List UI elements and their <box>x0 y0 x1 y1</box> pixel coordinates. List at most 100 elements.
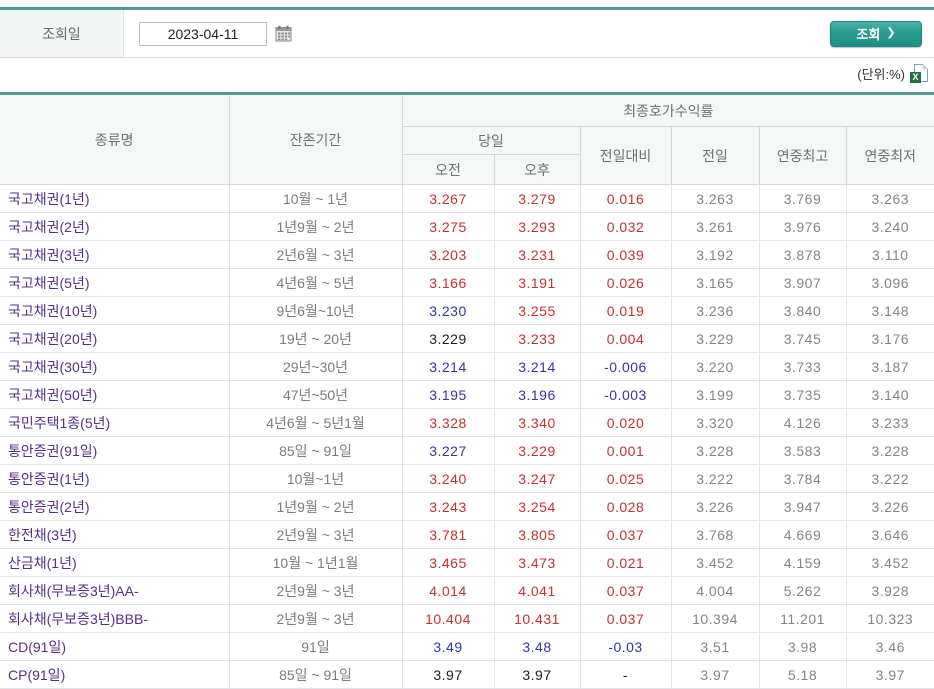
chevron-right-icon: ❯ <box>886 27 896 39</box>
bond-name-cell: 국민주택1종(5년) <box>0 408 230 437</box>
table-row: 산금채(1년) 10월 ~ 1년1월 3.465 3.473 0.021 3.452 4.1… <box>0 548 934 577</box>
year-low-cell: 3.228 <box>845 436 934 465</box>
am-yield-cell: 3.465 <box>401 548 495 577</box>
am-yield-cell: 3.229 <box>401 324 495 353</box>
prev-day-cell: 10.394 <box>670 604 760 633</box>
year-high-cell: 4.669 <box>758 520 847 549</box>
day-change-cell: 0.037 <box>579 604 672 633</box>
table-row: 회사채(무보증3년)AA- 2년9월 ~ 3년 4.014 4.041 0.037 4.0… <box>0 576 934 605</box>
day-change-cell: 0.019 <box>579 296 672 325</box>
am-yield-cell: 3.267 <box>401 184 495 213</box>
table-row: 통안증권(91일) 85일 ~ 91일 3.227 3.229 0.001 3.228 3.… <box>0 436 934 465</box>
table-row: 한전채(3년) 2년9월 ~ 3년 3.781 3.805 0.037 3.768 4.66… <box>0 520 934 549</box>
day-change-cell: 0.037 <box>579 576 672 605</box>
year-low-cell: 3.226 <box>845 492 934 521</box>
day-change-cell: 0.028 <box>579 492 672 521</box>
am-yield-cell: 4.014 <box>401 576 495 605</box>
bond-name-cell: CP(91일) <box>0 660 230 689</box>
header-period: 잔존기간 <box>228 93 403 185</box>
bond-name-cell: 산금채(1년) <box>0 548 230 577</box>
remaining-period-cell: 85일 ~ 91일 <box>228 436 403 465</box>
year-high-cell: 4.126 <box>758 408 847 437</box>
query-bar: 조회일 조회 ❯ <box>0 7 934 58</box>
year-low-cell: 10.323 <box>845 604 934 633</box>
year-low-cell: 3.240 <box>845 212 934 241</box>
remaining-period-cell: 1년9월 ~ 2년 <box>228 492 403 521</box>
header-pm: 오후 <box>493 154 580 185</box>
pm-yield-cell: 3.340 <box>493 408 581 437</box>
table-body: 국고채권(1년) 10월 ~ 1년 3.267 3.279 0.016 3.263 3.76… <box>0 184 934 689</box>
year-high-cell: 5.262 <box>758 576 847 605</box>
remaining-period-cell: 10월 ~ 1년1월 <box>228 548 403 577</box>
prev-day-cell: 3.226 <box>670 492 760 521</box>
date-input[interactable] <box>139 21 267 46</box>
prev-day-cell: 3.222 <box>670 464 760 493</box>
remaining-period-cell: 19년 ~ 20년 <box>228 324 403 353</box>
year-low-cell: 3.148 <box>845 296 934 325</box>
year-low-cell: 3.97 <box>845 660 934 689</box>
year-high-cell: 5.18 <box>758 660 847 689</box>
table-header: 종류명 잔존기간 최종호가수익률 당일 전일대비 전일 연중최고 연중최저 오전… <box>0 93 934 185</box>
remaining-period-cell: 91일 <box>228 632 403 661</box>
year-low-cell: 3.646 <box>845 520 934 549</box>
bond-name-cell: 국고채권(5년) <box>0 268 230 297</box>
pm-yield-cell: 3.279 <box>493 184 581 213</box>
day-change-cell: 0.037 <box>579 520 672 549</box>
prev-day-cell: 3.320 <box>670 408 760 437</box>
day-change-cell: 0.020 <box>579 408 672 437</box>
pm-yield-cell: 4.041 <box>493 576 581 605</box>
table-row: 국고채권(2년) 1년9월 ~ 2년 3.275 3.293 0.032 3.261 3.9… <box>0 212 934 241</box>
header-year-high: 연중최고 <box>758 126 847 185</box>
remaining-period-cell: 2년9월 ~ 3년 <box>228 576 403 605</box>
day-change-cell: -0.03 <box>579 632 672 661</box>
year-high-cell: 3.878 <box>758 240 847 269</box>
am-yield-cell: 3.240 <box>401 464 495 493</box>
remaining-period-cell: 4년6월 ~ 5년 <box>228 268 403 297</box>
table-row: 통안증권(2년) 1년9월 ~ 2년 3.243 3.254 0.028 3.226 3.9… <box>0 492 934 521</box>
year-low-cell: 3.46 <box>845 632 934 661</box>
day-change-cell: 0.032 <box>579 212 672 241</box>
day-change-cell: -0.003 <box>579 380 672 409</box>
year-high-cell: 3.784 <box>758 464 847 493</box>
prev-day-cell: 3.51 <box>670 632 760 661</box>
remaining-period-cell: 10월 ~ 1년 <box>228 184 403 213</box>
year-high-cell: 3.769 <box>758 184 847 213</box>
year-low-cell: 3.187 <box>845 352 934 381</box>
day-change-cell: 0.025 <box>579 464 672 493</box>
pm-yield-cell: 3.231 <box>493 240 581 269</box>
prev-day-cell: 3.263 <box>670 184 760 213</box>
search-button[interactable]: 조회 ❯ <box>830 20 922 47</box>
year-low-cell: 3.140 <box>845 380 934 409</box>
bond-name-cell: 국고채권(2년) <box>0 212 230 241</box>
table-row: 회사채(무보증3년)BBB- 2년9월 ~ 3년 10.404 10.431 0.037… <box>0 604 934 633</box>
header-final-yield-group: 최종호가수익률 <box>401 93 934 127</box>
query-input-area <box>124 10 830 57</box>
bond-name-cell: 국고채권(1년) <box>0 184 230 213</box>
pm-yield-cell: 3.247 <box>493 464 581 493</box>
prev-day-cell: 3.199 <box>670 380 760 409</box>
bond-name-cell: 한전채(3년) <box>0 520 230 549</box>
am-yield-cell: 3.227 <box>401 436 495 465</box>
prev-day-cell: 3.768 <box>670 520 760 549</box>
year-high-cell: 3.745 <box>758 324 847 353</box>
year-high-cell: 3.947 <box>758 492 847 521</box>
year-low-cell: 3.222 <box>845 464 934 493</box>
remaining-period-cell: 9년6월~10년 <box>228 296 403 325</box>
table-row: 국고채권(3년) 2년6월 ~ 3년 3.203 3.231 0.039 3.192 3.8… <box>0 240 934 269</box>
remaining-period-cell: 85일 ~ 91일 <box>228 660 403 689</box>
pm-yield-cell: 3.254 <box>493 492 581 521</box>
am-yield-cell: 10.404 <box>401 604 495 633</box>
am-yield-cell: 3.781 <box>401 520 495 549</box>
pm-yield-cell: 3.229 <box>493 436 581 465</box>
am-yield-cell: 3.230 <box>401 296 495 325</box>
year-low-cell: 3.928 <box>845 576 934 605</box>
day-change-cell: 0.001 <box>579 436 672 465</box>
pm-yield-cell: 3.805 <box>493 520 581 549</box>
calendar-icon[interactable] <box>275 25 292 42</box>
header-type: 종류명 <box>0 93 230 185</box>
day-change-cell: 0.016 <box>579 184 672 213</box>
pm-yield-cell: 3.196 <box>493 380 581 409</box>
excel-download-icon[interactable]: X <box>910 63 928 83</box>
prev-day-cell: 3.452 <box>670 548 760 577</box>
bond-name-cell: 국고채권(30년) <box>0 352 230 381</box>
